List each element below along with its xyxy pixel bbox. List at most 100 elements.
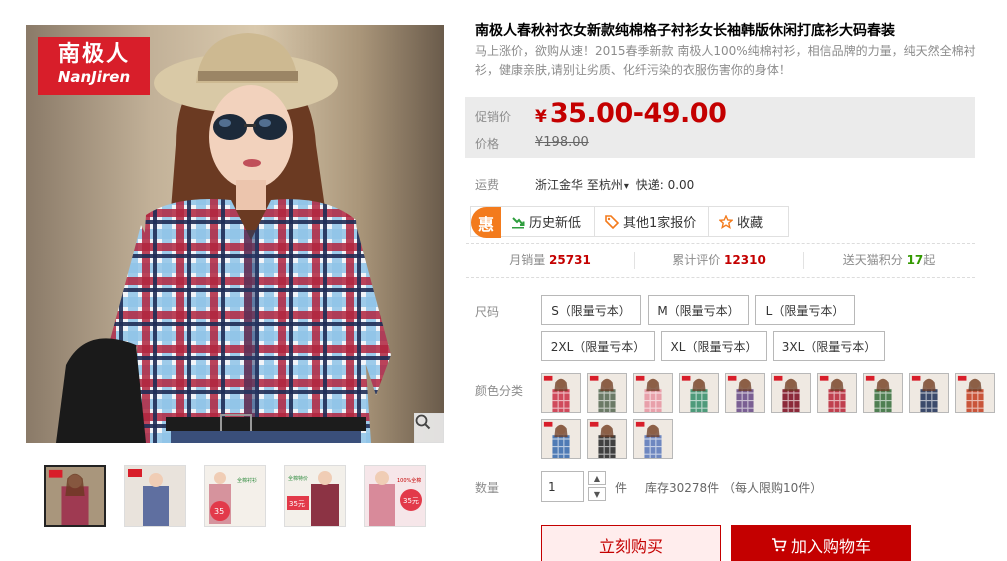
points-value: 17 bbox=[906, 253, 924, 267]
thumbnail-image: 全棉特价 35元 bbox=[285, 466, 345, 526]
thumbnail-3[interactable]: 全棉衬衫 35 bbox=[204, 465, 266, 527]
review-count-value: 12310 bbox=[724, 253, 766, 267]
favorite-label: 收藏 bbox=[737, 216, 764, 231]
points-suffix: 起 bbox=[923, 253, 936, 267]
cart-icon bbox=[771, 537, 787, 553]
monthly-sales-label: 月销量 bbox=[509, 253, 546, 267]
shipping-label: 运费 bbox=[475, 178, 500, 192]
price-history-label: 历史新低 bbox=[529, 216, 582, 231]
tmall-points: 送天猫积分 17起 bbox=[804, 244, 974, 277]
swatch-image bbox=[680, 374, 718, 412]
brand-name-cn: 南极人 bbox=[57, 42, 130, 67]
thumb-promo-text: 全棉特价 bbox=[288, 475, 308, 482]
thumbnail-1[interactable] bbox=[44, 465, 106, 527]
discount-badge: 惠 bbox=[471, 207, 501, 238]
thumbnail-image: 100%全棉 35元 bbox=[365, 466, 425, 526]
buy-now-button[interactable]: 立刻购买 bbox=[541, 525, 721, 561]
color-swatch-navy-plaid[interactable] bbox=[909, 373, 949, 413]
thumbnail-image bbox=[125, 466, 185, 526]
swatch-image bbox=[542, 420, 580, 458]
favorite-button[interactable]: 收藏 bbox=[708, 206, 789, 237]
color-swatch-pink-check[interactable] bbox=[633, 373, 673, 413]
swatch-image bbox=[542, 374, 580, 412]
swatch-image bbox=[864, 374, 902, 412]
promo-price-label: 促销价 bbox=[475, 110, 512, 124]
color-swatch-black-white-plaid[interactable] bbox=[587, 419, 627, 459]
size-label: 尺码 bbox=[475, 305, 500, 319]
currency-symbol: ¥ bbox=[535, 107, 547, 127]
add-to-cart-label: 加入购物车 bbox=[790, 537, 871, 556]
promo-price-value: 35.00-49.00 bbox=[549, 98, 727, 129]
color-swatch-green-red-plaid[interactable] bbox=[863, 373, 903, 413]
swatch-image bbox=[634, 374, 672, 412]
star-icon bbox=[719, 214, 733, 229]
color-swatch-blue-red-plaid[interactable] bbox=[633, 419, 673, 459]
swatch-image bbox=[588, 420, 626, 458]
color-swatch-grey-green-plaid[interactable] bbox=[587, 373, 627, 413]
ship-from: 浙江金华 bbox=[535, 178, 584, 192]
product-subtitle: 马上涨价，欲购从速！2015春季新款 南极人100%纯棉衬衫，相信品牌的力量，纯… bbox=[475, 44, 976, 77]
size-option-3xl[interactable]: 3XL（限量亏本） bbox=[773, 331, 885, 361]
stock-info: 库存30278件 （每人限购10件） bbox=[645, 481, 823, 495]
price-tag-icon bbox=[605, 214, 619, 229]
thumb-promo-text: 100%全棉 bbox=[397, 477, 421, 484]
price-panel: 促销价 ¥35.00-49.00 价格 ¥198.00 bbox=[465, 97, 975, 158]
size-option-l[interactable]: L（限量亏本） bbox=[755, 295, 855, 325]
chevron-down-icon: ▾ bbox=[623, 181, 629, 192]
thumbnail-strip: 全棉衬衫 35 全棉特价 35元 100%全棉 35元 bbox=[44, 465, 444, 527]
quantity-increase-button[interactable]: ▲ bbox=[588, 471, 606, 485]
sales-stats: 月销量 25731 累计评价 12310 送天猫积分 17起 bbox=[466, 243, 975, 278]
thumbnail-5[interactable]: 100%全棉 35元 bbox=[364, 465, 426, 527]
size-option-s[interactable]: S（限量亏本） bbox=[541, 295, 641, 325]
monthly-sales-value: 25731 bbox=[549, 253, 591, 267]
color-swatch-orange-red-plaid[interactable] bbox=[955, 373, 995, 413]
size-option-xl[interactable]: XL（限量亏本） bbox=[661, 331, 767, 361]
thumb-promo-text: 全棉衬衫 bbox=[237, 477, 257, 484]
chevron-up-icon: ▲ bbox=[593, 473, 601, 483]
original-price-label: 价格 bbox=[475, 137, 500, 151]
swatch-image bbox=[634, 420, 672, 458]
thumb-price-text: 35元 bbox=[289, 500, 305, 508]
main-product-image[interactable]: 南极人 NanJiren bbox=[26, 25, 444, 443]
monthly-sales: 月销量 25731 bbox=[466, 244, 634, 277]
brand-name-en: NanJiren bbox=[57, 68, 131, 86]
trend-down-icon bbox=[511, 215, 525, 229]
color-swatch-green-check[interactable] bbox=[679, 373, 719, 413]
shipping-row: 运费 浙江金华 至杭州▾ 快递: 0.00 bbox=[475, 176, 975, 192]
size-option-2xl[interactable]: 2XL（限量亏本） bbox=[541, 331, 655, 361]
ship-method: 快递: 0.00 bbox=[635, 178, 695, 192]
swatch-image bbox=[818, 374, 856, 412]
buy-now-label: 立刻购买 bbox=[598, 537, 663, 556]
color-swatch-blue-check[interactable] bbox=[541, 419, 581, 459]
zoom-button[interactable] bbox=[414, 413, 444, 443]
review-count[interactable]: 累计评价 12310 bbox=[635, 244, 803, 277]
thumb-price-text: 35元 bbox=[403, 497, 419, 505]
color-swatch-red-pink-plaid[interactable] bbox=[817, 373, 857, 413]
ship-to: 至杭州 bbox=[586, 178, 623, 192]
quantity-input[interactable] bbox=[541, 471, 584, 502]
thumbnail-2[interactable] bbox=[124, 465, 186, 527]
thumbnail-4[interactable]: 全棉特价 35元 bbox=[284, 465, 346, 527]
price-history-button[interactable]: 惠 历史新低 bbox=[470, 206, 595, 238]
thumb-price-text: 35 bbox=[214, 507, 224, 516]
quantity-unit: 件 bbox=[615, 481, 628, 495]
other-price-label: 其他1家报价 bbox=[623, 216, 697, 231]
swatch-image bbox=[956, 374, 994, 412]
swatch-image bbox=[588, 374, 626, 412]
thumbnail-image: 全棉衬衫 35 bbox=[205, 466, 265, 526]
swatch-image bbox=[910, 374, 948, 412]
size-option-m[interactable]: M（限量亏本） bbox=[648, 295, 749, 325]
shipping-info: 浙江金华 至杭州▾ 快递: 0.00 bbox=[535, 176, 694, 193]
color-swatch-dark-red-plaid[interactable] bbox=[771, 373, 811, 413]
color-swatch-purple-plaid[interactable] bbox=[725, 373, 765, 413]
color-swatch-red-white-plaid[interactable] bbox=[541, 373, 581, 413]
other-price-button[interactable]: 其他1家报价 bbox=[594, 206, 709, 237]
add-to-cart-button[interactable]: 加入购物车 bbox=[731, 525, 911, 561]
quantity-label: 数量 bbox=[475, 481, 500, 495]
swatch-image bbox=[772, 374, 810, 412]
quantity-decrease-button[interactable]: ▼ bbox=[588, 487, 606, 501]
swatch-image bbox=[726, 374, 764, 412]
points-label: 送天猫积分 bbox=[842, 253, 903, 267]
color-label: 颜色分类 bbox=[475, 384, 524, 398]
ship-destination-select[interactable]: 至杭州▾ bbox=[587, 178, 632, 192]
